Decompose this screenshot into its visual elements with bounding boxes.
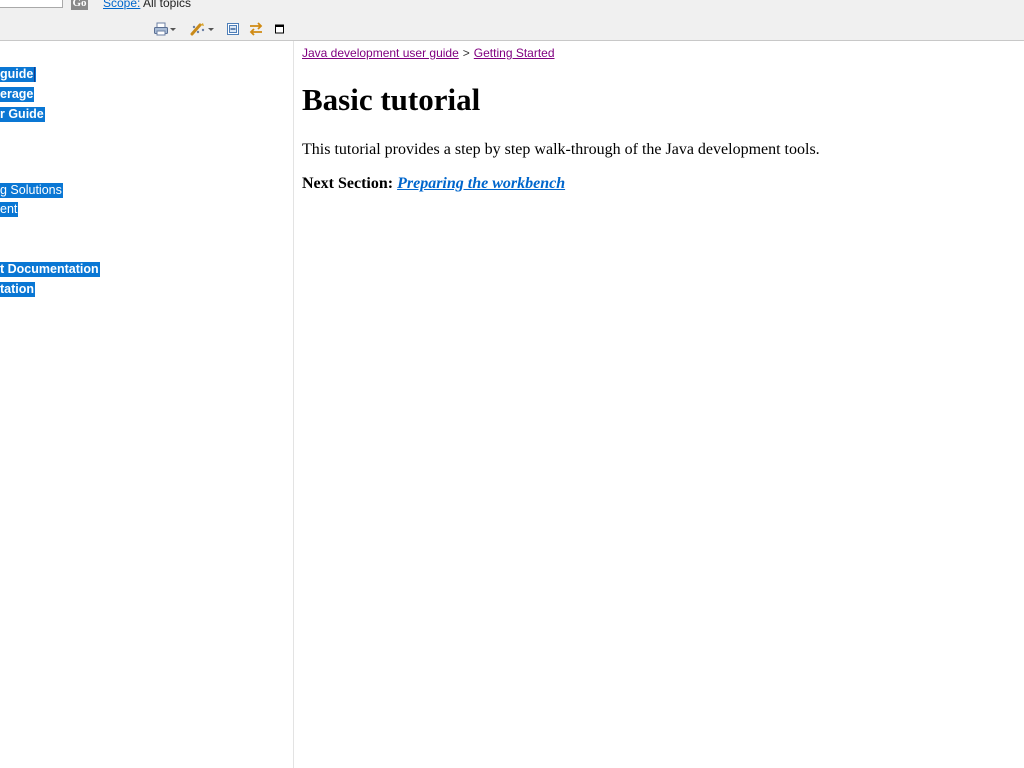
link-with-contents-button[interactable] xyxy=(247,20,265,37)
highlight-search-icon xyxy=(190,21,207,37)
scope-value: All topics xyxy=(143,0,192,10)
print-button[interactable] xyxy=(153,20,177,37)
toc-item-label: tation xyxy=(0,282,35,296)
text-cursor xyxy=(34,67,36,82)
toc-item[interactable]: ent xyxy=(0,202,19,217)
toc-item[interactable]: g Solutions xyxy=(0,183,63,198)
toc-item-label: t Documentation xyxy=(0,262,99,276)
search-bar: Go Scope: All topics xyxy=(0,0,1024,18)
toc-tree: guide erage r Guide g Solutions ent t Do… xyxy=(0,41,294,768)
next-section-link[interactable]: Preparing the workbench xyxy=(397,175,565,192)
link-with-contents-icon xyxy=(247,21,265,37)
breadcrumb-link-user-guide[interactable]: Java development user guide xyxy=(302,46,459,60)
dropdown-arrow-icon[interactable] xyxy=(169,21,177,37)
toc-item[interactable]: tation xyxy=(0,282,36,297)
next-section-label: Next Section: xyxy=(302,175,394,192)
scope-link[interactable]: Scope: xyxy=(103,0,140,10)
toc-item[interactable]: guide xyxy=(0,67,37,82)
toc-item-label: guide xyxy=(0,67,34,81)
search-input[interactable] xyxy=(0,0,63,8)
toc-item-label: r Guide xyxy=(0,107,44,121)
maximize-button[interactable] xyxy=(274,20,285,37)
help-toolbar xyxy=(0,17,1024,41)
breadcrumb-link-getting-started[interactable]: Getting Started xyxy=(474,46,555,60)
highlight-search-button[interactable] xyxy=(190,20,215,37)
collapse-all-icon xyxy=(225,21,241,37)
breadcrumb: Java development user guide > Getting Star… xyxy=(302,46,555,60)
next-section: Next Section: Preparing the workbench xyxy=(302,175,565,193)
toc-item-label: g Solutions xyxy=(0,183,62,197)
maximize-icon xyxy=(274,21,285,37)
dropdown-arrow-icon[interactable] xyxy=(207,21,215,37)
collapse-all-button[interactable] xyxy=(225,20,241,37)
toc-item-label: ent xyxy=(0,202,18,216)
help-content: Java development user guide > Getting Star… xyxy=(302,41,1017,768)
intro-paragraph: This tutorial provides a step by step wa… xyxy=(302,141,820,158)
breadcrumb-separator: > xyxy=(462,46,470,60)
toc-item[interactable]: r Guide xyxy=(0,107,45,122)
page-title: Basic tutorial xyxy=(302,82,481,117)
toc-item[interactable]: t Documentation xyxy=(0,262,100,277)
toc-item-label: erage xyxy=(0,87,34,101)
print-icon xyxy=(153,21,169,37)
toc-item[interactable]: erage xyxy=(0,87,35,102)
go-button[interactable]: Go xyxy=(71,0,88,10)
